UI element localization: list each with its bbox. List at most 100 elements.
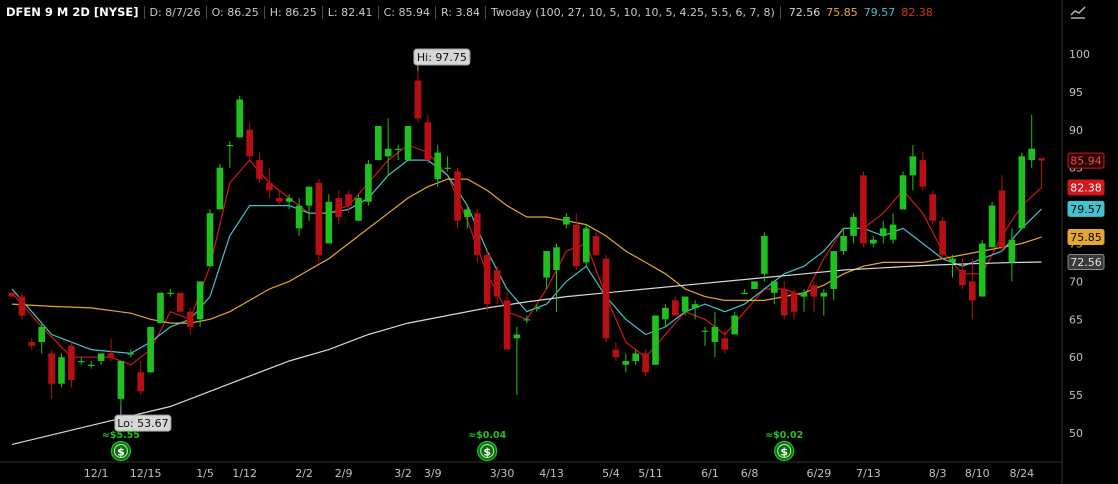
candle-body <box>662 307 669 320</box>
candle <box>899 171 907 210</box>
candle-body <box>355 198 362 221</box>
candle-body <box>672 300 679 316</box>
price-label: 75.85 <box>1067 229 1105 246</box>
candle-body <box>612 349 620 358</box>
price-label-text: 85.94 <box>1070 155 1102 168</box>
candle-body <box>474 213 481 255</box>
candle-body <box>18 296 26 316</box>
candle <box>404 126 412 161</box>
candle-body <box>959 270 966 286</box>
candle-body <box>186 311 194 327</box>
candle-body <box>216 167 224 210</box>
candle-body <box>493 270 501 297</box>
candle-body <box>573 224 580 267</box>
candle-body <box>305 186 313 206</box>
candle-body <box>375 126 382 161</box>
chart-window: 50556065707580859095100 12/112/151/51/12… <box>0 0 1118 484</box>
candle-body <box>543 251 550 278</box>
candle-body <box>582 228 590 263</box>
x-tick-label: 5/11 <box>638 467 663 480</box>
callout-text: Hi: 97.75 <box>417 51 467 64</box>
y-tick-label: 70 <box>1069 275 1083 288</box>
candle-body <box>919 160 927 187</box>
candle-body <box>8 292 16 297</box>
candle-body <box>949 258 956 263</box>
x-tick-label: 8/3 <box>929 467 947 480</box>
candle-body <box>226 144 234 147</box>
candle-body <box>820 292 828 297</box>
x-tick-label: 2/2 <box>295 467 313 480</box>
candle-body <box>345 194 352 206</box>
candle-body <box>761 235 768 274</box>
candle-body <box>177 292 184 312</box>
study-values: 72.56 75.85 79.57 82.38 <box>779 5 941 19</box>
candle-body <box>533 307 540 310</box>
x-tick-label: 4/13 <box>539 467 564 480</box>
x-tick-label: 12/15 <box>130 467 162 480</box>
candle-body <box>810 285 818 297</box>
candle-body <box>870 239 877 244</box>
dividend-amount: ≈$0.02 <box>765 430 803 441</box>
candle-body <box>276 198 283 202</box>
candle-body <box>444 167 451 169</box>
candle-body <box>137 372 144 392</box>
candle-body <box>266 182 273 191</box>
candle-body <box>889 224 897 240</box>
candle-body <box>127 353 135 355</box>
price-chart[interactable]: 50556065707580859095100 12/112/151/51/12… <box>0 0 1118 484</box>
candle-body <box>741 292 748 294</box>
candle-body <box>988 205 996 248</box>
candle-body <box>780 288 788 316</box>
dollar-glyph: $ <box>117 446 125 459</box>
candle-body <box>424 122 432 161</box>
candle <box>355 194 362 221</box>
candle-body <box>790 292 798 312</box>
study-value: 75.85 <box>826 5 858 19</box>
study-legend[interactable]: Twoday (100, 27, 10, 5, 10, 10, 5, 4.25,… <box>484 5 780 19</box>
symbol-label[interactable]: DFEN 9 M 2D [NYSE] <box>6 5 144 19</box>
candle-body <box>87 364 95 366</box>
candle-body <box>830 251 837 289</box>
price-label-text: 79.57 <box>1070 203 1102 216</box>
candle <box>652 315 659 365</box>
y-tick-label: 90 <box>1069 124 1083 137</box>
candle-body <box>196 281 204 320</box>
candle-body <box>464 209 471 217</box>
chart-style-icon[interactable] <box>1069 4 1087 20</box>
candle-body <box>78 360 85 363</box>
candle-body <box>503 300 511 350</box>
price-label: 85.94 <box>1067 152 1105 169</box>
candle-body <box>246 129 253 157</box>
candle <box>582 224 590 267</box>
candle-body <box>1038 158 1045 161</box>
candle-body <box>157 292 164 324</box>
candle-body <box>28 342 36 346</box>
x-tick-label: 3/30 <box>490 467 515 480</box>
candle <box>58 353 65 388</box>
candle-body <box>899 175 907 210</box>
low-readout: L: 82.41 <box>321 5 378 19</box>
candle-body <box>335 198 342 217</box>
candle <box>157 292 164 324</box>
candle <box>860 171 867 248</box>
candle-body <box>701 330 709 332</box>
x-tick-label: 6/1 <box>701 467 719 480</box>
candle-body <box>523 319 531 321</box>
callout-text: Lo: 53.67 <box>117 417 168 430</box>
x-tick-label: 1/12 <box>232 467 257 480</box>
candle-body <box>800 292 808 297</box>
candle-body <box>394 148 402 150</box>
candle <box>474 209 481 263</box>
candle-body <box>998 190 1006 248</box>
x-tick-label: 3/9 <box>424 467 442 480</box>
candle-body <box>771 281 778 293</box>
candle-body <box>969 281 976 301</box>
candle-body <box>691 304 699 308</box>
candle <box>177 292 184 312</box>
study-name: Twoday (100, 27, 10, 5, 10, 10, 5, 4.25,… <box>490 5 775 19</box>
dollar-glyph: $ <box>780 446 788 459</box>
candle-body <box>147 326 154 373</box>
candle-body <box>909 156 917 176</box>
x-tick-label: 7/13 <box>856 467 881 480</box>
candle-body <box>48 353 55 384</box>
